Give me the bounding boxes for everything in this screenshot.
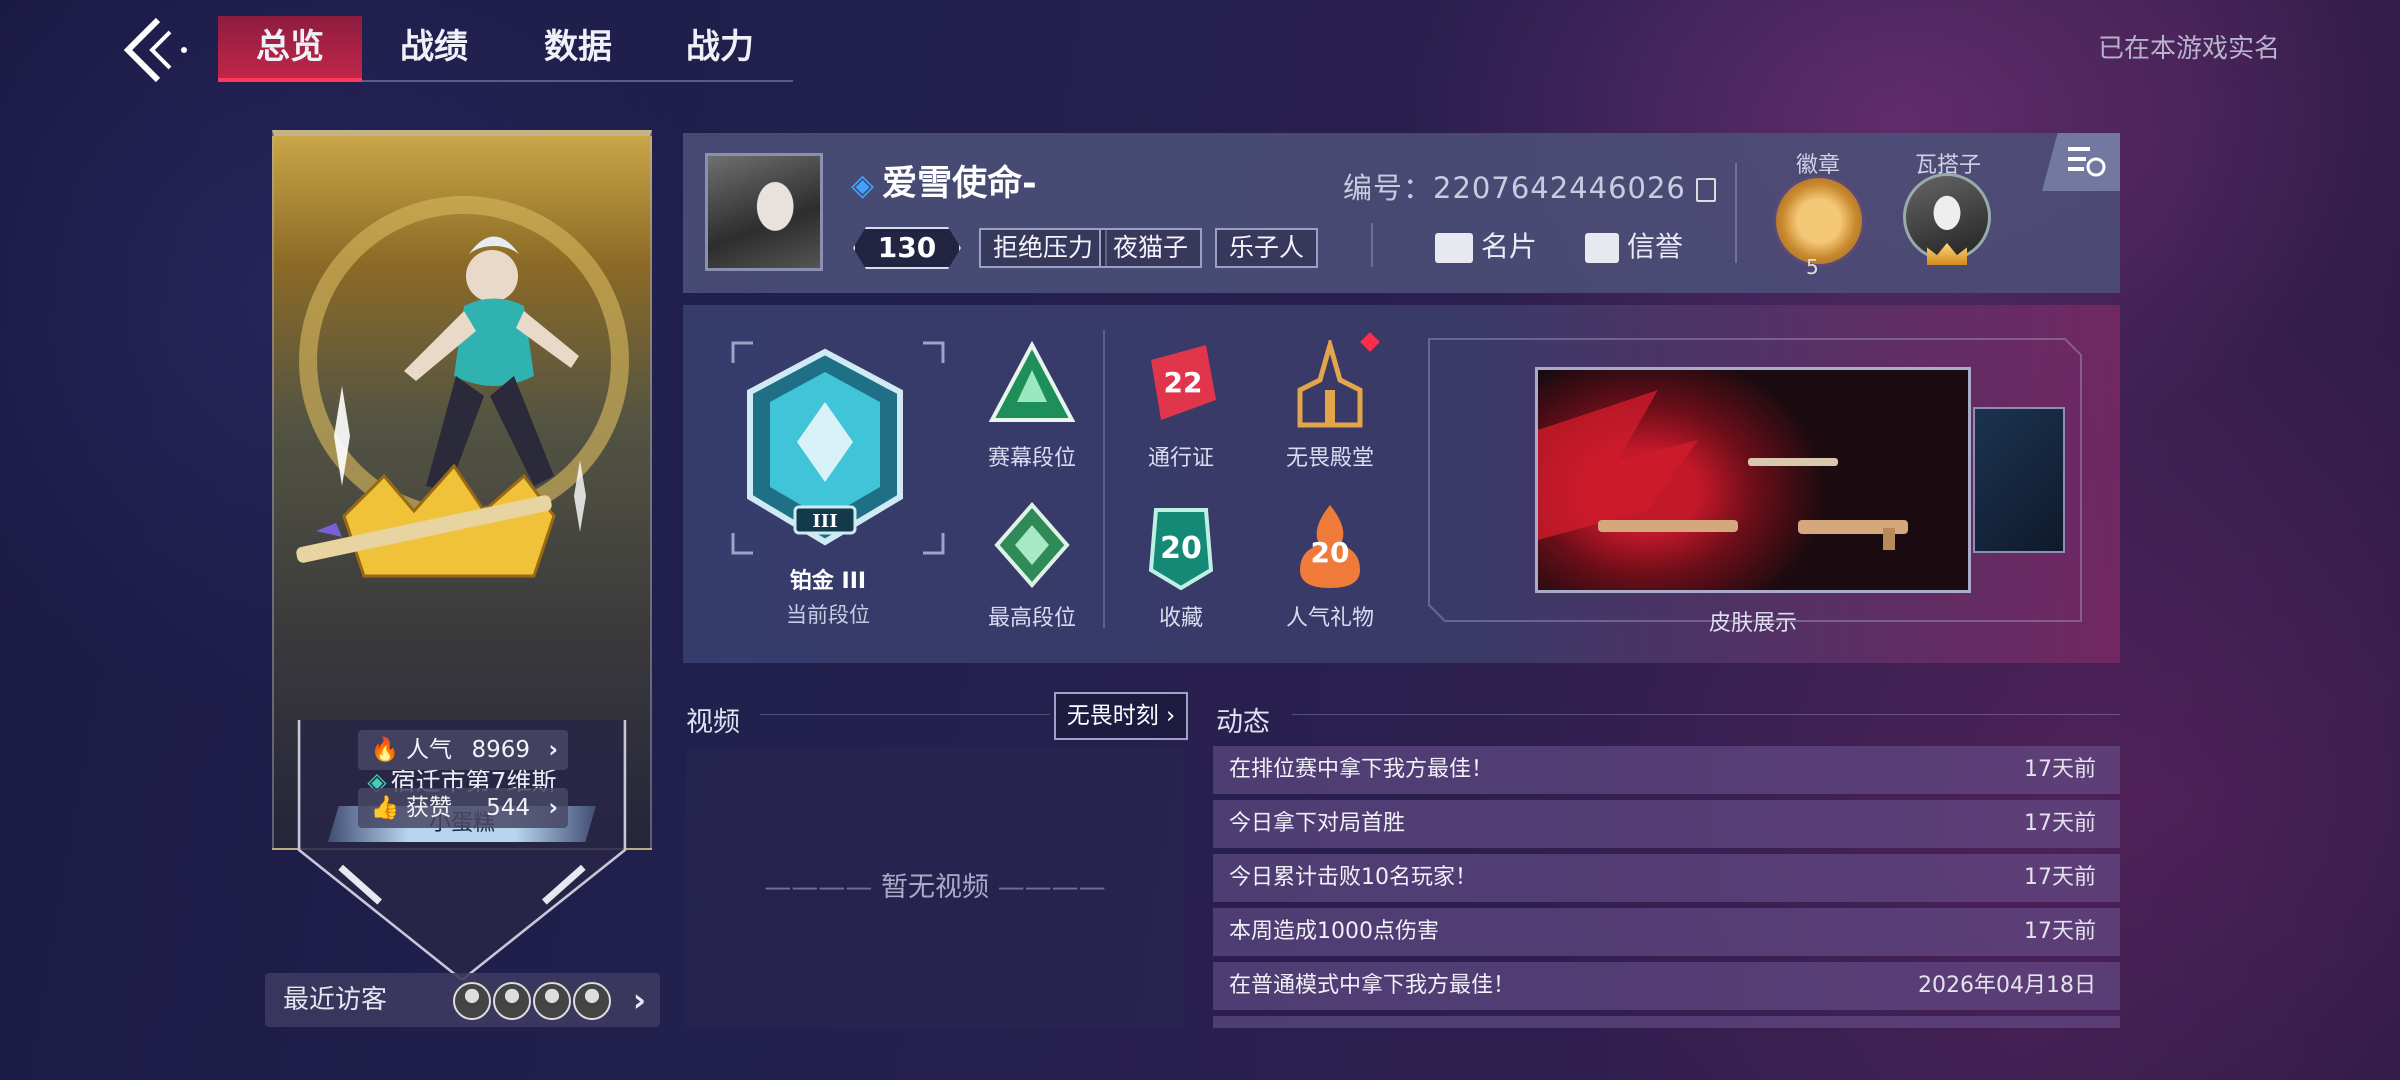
card-button[interactable]: 名片: [1435, 225, 1537, 265]
settings-button[interactable]: [2042, 133, 2120, 191]
feed-item[interactable]: 在排位赛中拿下我方最佳！ 17天前: [1213, 746, 2120, 794]
chevron-right-icon: ›: [548, 737, 558, 763]
popularity-label: 人气: [406, 737, 452, 763]
list-settings-icon: [2068, 147, 2106, 177]
highest-rank-button[interactable]: 最高段位: [962, 500, 1102, 632]
credit-button[interactable]: 信誉: [1585, 225, 1683, 265]
hall-button[interactable]: 无畏殿堂: [1260, 335, 1400, 472]
fire-icon: 🔥: [370, 737, 400, 763]
tab-power[interactable]: 战力: [648, 16, 792, 78]
video-area: ———— 暂无视频 ————: [686, 747, 1184, 1029]
shield-icon: [1585, 233, 1619, 263]
divider: [760, 714, 1050, 715]
back-arrow-icon: [123, 17, 187, 83]
divider: [1103, 330, 1105, 628]
stats-panel: III 铂金 III 当前段位 赛幕段位 22 通行证 无畏殿堂 最高段位 20…: [683, 305, 2120, 663]
likes-value: 544: [486, 795, 530, 821]
video-empty-state: ———— 暂无视频 ————: [764, 872, 1106, 903]
visitor-avatar: [533, 982, 571, 1020]
profile-tag[interactable]: 乐子人: [1215, 228, 1319, 268]
tab-data[interactable]: 数据: [506, 16, 650, 78]
rank-emblem-icon[interactable]: III: [735, 347, 915, 547]
profile-header: ◈ 爱雪使命- 130 拒绝压力 夜猫子 乐子人 编号：2207642446026…: [683, 133, 2120, 293]
battle-pass-value: 22: [1164, 366, 1203, 399]
recent-visitors-label: 最近访客: [283, 985, 388, 1015]
gift-flame-icon: 20: [1285, 500, 1375, 590]
level-badge: 130: [853, 227, 961, 269]
top-tabs: 总览 战绩 数据 战力: [218, 16, 793, 82]
divider: [1371, 223, 1373, 267]
gifts-button[interactable]: 20 人气礼物: [1260, 500, 1400, 632]
recent-visitors[interactable]: 最近访客 ›: [265, 973, 660, 1027]
likes-button[interactable]: 👍 获赞 544 ›: [358, 788, 568, 828]
player-card: ◈宿迁市第7维斯 小蛋糕 🔥人气 8969 › 👍获赞 544 ›: [272, 130, 652, 1010]
id-card-icon: [1435, 233, 1473, 263]
profile-tag[interactable]: 拒绝压力: [979, 228, 1108, 268]
feed-item[interactable]: 在普通模式中拿下我方最佳！ 2026年04月18日: [1213, 962, 2120, 1010]
collection-button[interactable]: 20 收藏: [1111, 500, 1251, 632]
battle-pass-button[interactable]: 22 通行证: [1111, 340, 1251, 472]
feed-item[interactable]: 今日拿下对局首胜 17天前: [1213, 800, 2120, 848]
divider: [1292, 714, 2120, 715]
chevron-right-icon: ›: [1166, 703, 1176, 729]
rank-diamond-icon: ◈: [851, 168, 875, 203]
svg-text:III: III: [812, 511, 837, 532]
player-name: ◈ 爱雪使命-: [851, 164, 1037, 204]
weapon-skins-image: [1538, 390, 1908, 550]
current-rank-label: 当前段位: [786, 603, 870, 627]
avatar[interactable]: [705, 153, 823, 271]
tab-overview[interactable]: 总览: [218, 16, 362, 82]
realname-notice: 已在本游戏实名: [2097, 34, 2280, 64]
chevron-right-icon: ›: [632, 981, 646, 1019]
chevron-right-icon: ›: [548, 795, 558, 821]
copy-icon[interactable]: [1695, 178, 1716, 202]
visitor-avatar: [493, 982, 531, 1020]
video-section-title: 视频: [686, 707, 740, 738]
feed-item-partial: [1213, 1016, 2120, 1028]
collection-value: 20: [1160, 531, 1202, 566]
divider: [1735, 163, 1737, 263]
feed-item[interactable]: 今日累计击败10名玩家！ 17天前: [1213, 854, 2120, 902]
collection-icon: 20: [1136, 500, 1226, 591]
popularity-value: 8969: [471, 737, 530, 763]
badge-medal[interactable]: [1773, 175, 1865, 267]
emerald-rank-icon: [987, 500, 1077, 590]
feed-section-title: 动态: [1216, 707, 1270, 738]
tab-record[interactable]: 战绩: [362, 16, 506, 78]
visitor-avatar: [453, 982, 491, 1020]
thumbs-up-icon: 👍: [370, 795, 400, 821]
feed-item[interactable]: 本周造成1000点伤害 17天前: [1213, 908, 2120, 956]
visitor-avatar: [573, 982, 611, 1020]
skin-showcase-label: 皮肤展示: [1708, 611, 1797, 636]
player-id: 编号：2207642446026: [1343, 165, 1716, 207]
episode-rank-button[interactable]: 赛幕段位: [962, 340, 1102, 472]
skin-showcase[interactable]: [1535, 367, 1971, 593]
skin-preview-secondary[interactable]: [1973, 407, 2065, 553]
moments-button[interactable]: 无畏时刻 ›: [1054, 692, 1188, 740]
hall-temple-icon: [1285, 335, 1375, 430]
badge-count: 5: [1806, 255, 1819, 279]
back-button[interactable]: [118, 14, 198, 86]
current-rank-name: 铂金 III: [789, 569, 867, 594]
gifts-value: 20: [1311, 536, 1350, 569]
profile-tag[interactable]: 夜猫子: [1099, 228, 1203, 268]
popularity-button[interactable]: 🔥 人气 8969 ›: [358, 730, 568, 770]
agent-illustration: [296, 236, 586, 578]
battle-pass-icon: 22: [1136, 340, 1226, 430]
likes-label: 获赞: [406, 795, 452, 821]
triangle-rank-icon: [987, 340, 1077, 430]
